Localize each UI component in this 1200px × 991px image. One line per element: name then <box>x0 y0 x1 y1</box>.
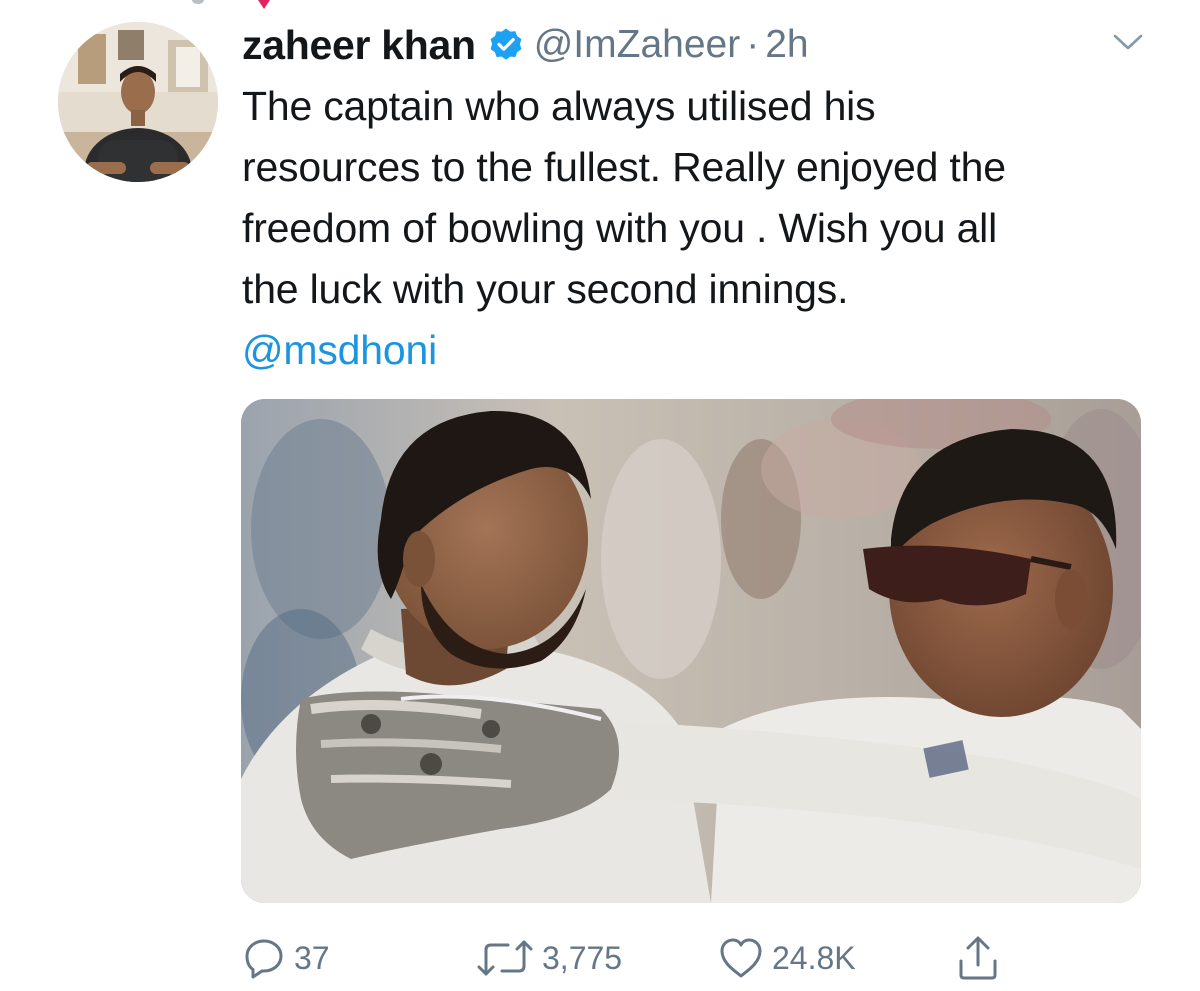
retweet-count: 3,775 <box>542 939 623 976</box>
verified-badge-icon <box>490 28 522 60</box>
separator-dot: · <box>746 23 760 66</box>
previous-item-fragment <box>192 0 270 9</box>
reply-button[interactable]: 37 <box>242 930 330 986</box>
tweet-text: The captain who always utilised his reso… <box>242 76 1172 381</box>
share-button[interactable] <box>956 930 1000 986</box>
avatar[interactable] <box>58 22 218 182</box>
tweet-media-image[interactable] <box>241 399 1141 903</box>
mention-link[interactable]: @msdhoni <box>242 320 1172 381</box>
tweet-text-line: the luck with your second innings. <box>242 266 849 312</box>
tweet-text-line: resources to the fullest. Really enjoyed… <box>242 144 1006 190</box>
like-button[interactable]: 24.8K <box>718 930 856 986</box>
tweet-text-line: The captain who always utilised his <box>242 83 876 129</box>
timestamp[interactable]: 2h <box>765 23 808 67</box>
tweet[interactable]: zaheer khan @ImZaheer · 2h The captain w… <box>0 0 1200 991</box>
photo <box>241 399 1141 903</box>
handle[interactable]: @ImZaheer <box>534 23 740 67</box>
tweet-header: zaheer khan @ImZaheer · 2h <box>242 20 809 70</box>
heart-icon <box>720 938 762 978</box>
chevron-down-icon[interactable] <box>1110 30 1146 54</box>
reply-count: 37 <box>294 939 330 976</box>
retweet-icon <box>477 940 533 976</box>
display-name[interactable]: zaheer khan <box>242 22 476 69</box>
reply-icon <box>245 939 283 979</box>
like-count: 24.8K <box>772 939 856 976</box>
tweet-actions: 37 3,775 24.8K <box>242 930 1142 986</box>
share-icon <box>959 936 997 980</box>
avatar-image <box>58 22 218 182</box>
tweet-text-line: freedom of bowling with you . Wish you a… <box>242 205 998 251</box>
retweet-button[interactable]: 3,775 <box>476 930 622 986</box>
